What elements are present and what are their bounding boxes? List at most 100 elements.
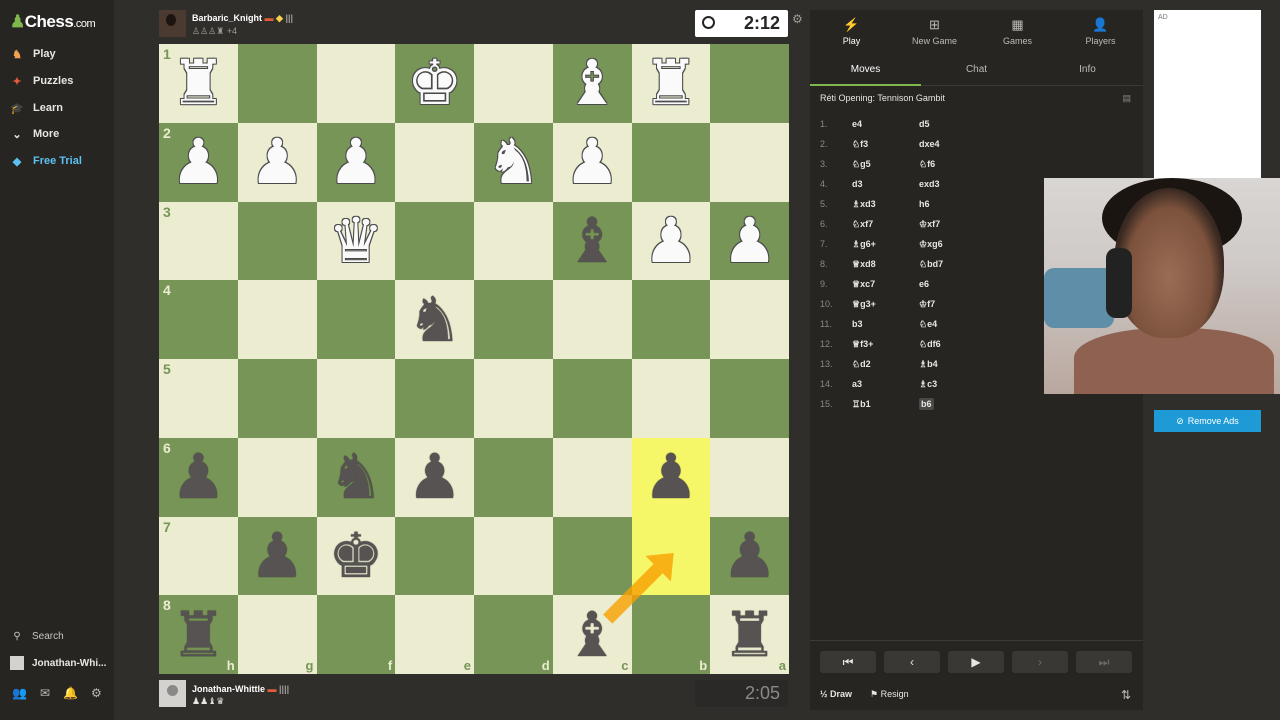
square-d3[interactable] xyxy=(474,201,553,281)
notifications-icon[interactable]: 🔔 xyxy=(63,686,78,700)
first-move-button[interactable]: ⏮ xyxy=(820,651,876,673)
square-d7[interactable] xyxy=(474,516,553,596)
tab-new-game[interactable]: ⊞ New Game xyxy=(893,10,976,52)
black-move[interactable]: b6 xyxy=(919,398,934,410)
square-e2[interactable] xyxy=(395,122,474,202)
black-pawn-piece[interactable]: ♟ xyxy=(159,438,238,517)
white-move[interactable]: ♖b1 xyxy=(852,399,871,410)
black-move[interactable]: h6 xyxy=(919,199,930,209)
white-move[interactable]: ♕xd8 xyxy=(852,259,876,270)
white-pawn-piece[interactable]: ♟ xyxy=(553,123,632,202)
square-a1[interactable] xyxy=(710,44,789,123)
square-g1[interactable] xyxy=(237,44,317,123)
opening-name[interactable]: Réti Opening: Tennison Gambit xyxy=(820,93,945,103)
search-button[interactable]: ⚲ Search xyxy=(10,631,63,642)
square-e3[interactable] xyxy=(395,201,474,281)
white-queen-piece[interactable]: ♛ xyxy=(317,202,396,281)
sidebar-item-play[interactable]: ♞ Play xyxy=(10,43,56,65)
white-move[interactable]: e4 xyxy=(852,119,862,129)
subtab-moves[interactable]: Moves xyxy=(810,54,921,86)
square-h3[interactable]: 3 xyxy=(159,201,238,281)
square-d4[interactable] xyxy=(474,280,553,359)
opponent-name[interactable]: Barbaric_Knight ▬ ◆ ||| xyxy=(192,13,293,24)
white-pawn-piece[interactable]: ♟ xyxy=(159,123,238,202)
white-bishop-piece[interactable]: ♝ xyxy=(553,44,632,123)
square-b2[interactable] xyxy=(631,122,711,202)
square-h7[interactable]: 7 xyxy=(159,516,238,596)
square-e7[interactable] xyxy=(395,516,474,596)
black-move[interactable]: ♔xf7 xyxy=(919,219,940,230)
player-avatar[interactable] xyxy=(159,680,186,707)
black-knight-piece[interactable]: ♞ xyxy=(317,438,396,517)
square-a2[interactable] xyxy=(710,122,789,202)
tab-play[interactable]: ⚡ Play xyxy=(810,10,893,52)
resign-button[interactable]: ⚑ Resign xyxy=(870,689,909,700)
square-f8[interactable]: f xyxy=(316,595,396,674)
square-a5[interactable] xyxy=(710,359,789,438)
player-name[interactable]: Jonathan-Whittle ▬ |||| xyxy=(192,684,289,694)
white-pawn-piece[interactable]: ♟ xyxy=(710,202,789,281)
square-g4[interactable] xyxy=(237,280,317,359)
white-pawn-piece[interactable]: ♟ xyxy=(238,123,317,202)
square-g3[interactable] xyxy=(237,201,317,281)
sidebar-item-puzzles[interactable]: ✦ Puzzles xyxy=(10,70,73,92)
square-b4[interactable] xyxy=(631,280,711,359)
white-move[interactable]: ♘g5 xyxy=(852,159,871,170)
subtab-chat[interactable]: Chat xyxy=(921,54,1032,86)
black-pawn-piece[interactable]: ♟ xyxy=(710,517,789,596)
white-move[interactable]: ♕xc7 xyxy=(852,279,875,290)
square-a4[interactable] xyxy=(710,280,789,359)
tab-players[interactable]: 👤 Players xyxy=(1059,10,1142,52)
next-move-button[interactable]: › xyxy=(1012,651,1068,673)
white-move[interactable]: ♕f3+ xyxy=(852,339,873,350)
square-f1[interactable] xyxy=(316,44,396,123)
square-f5[interactable] xyxy=(316,359,396,438)
previous-move-button[interactable]: ‹ xyxy=(884,651,940,673)
square-d5[interactable] xyxy=(474,359,553,438)
black-king-piece[interactable]: ♚ xyxy=(317,517,396,596)
book-icon[interactable]: ▤ xyxy=(1122,93,1131,104)
black-pawn-piece[interactable]: ♟ xyxy=(238,517,317,596)
square-b7[interactable] xyxy=(631,516,711,596)
square-b5[interactable] xyxy=(631,359,711,438)
remove-ads-button[interactable]: ⊘ Remove Ads xyxy=(1154,410,1261,432)
black-move[interactable]: ♘bd7 xyxy=(919,259,943,270)
white-move[interactable]: ♘f3 xyxy=(852,139,868,150)
sidebar-item-more[interactable]: ⌄ More xyxy=(10,123,59,145)
square-f4[interactable] xyxy=(316,280,396,359)
sidebar-item-free-trial[interactable]: ◆ Free Trial xyxy=(10,150,82,172)
white-move[interactable]: b3 xyxy=(852,319,863,329)
black-move[interactable]: ♘e4 xyxy=(919,319,937,330)
black-move[interactable]: ♗c3 xyxy=(919,379,937,390)
black-move[interactable]: ♔f7 xyxy=(919,299,935,310)
settings-gear-icon[interactable]: ⚙ xyxy=(91,686,102,700)
friends-icon[interactable]: 👥 xyxy=(12,686,27,700)
chess-logo[interactable]: ♟Chess.com xyxy=(10,12,96,32)
white-move[interactable]: d3 xyxy=(852,179,863,189)
black-move[interactable]: ♘f6 xyxy=(919,159,935,170)
black-move[interactable]: dxe4 xyxy=(919,139,940,149)
square-d6[interactable] xyxy=(474,437,553,517)
square-b8[interactable]: b xyxy=(631,595,711,674)
square-c5[interactable] xyxy=(552,359,632,438)
square-a6[interactable] xyxy=(710,437,789,517)
white-move[interactable]: ♘d2 xyxy=(852,359,871,370)
square-g5[interactable] xyxy=(237,359,317,438)
black-move[interactable]: ♔xg6 xyxy=(919,239,943,250)
flip-board-icon[interactable]: ⇅ xyxy=(1121,688,1131,702)
board-settings-gear-icon[interactable]: ⚙ xyxy=(792,12,803,26)
black-pawn-piece[interactable]: ♟ xyxy=(632,438,711,517)
square-e5[interactable] xyxy=(395,359,474,438)
black-move[interactable]: d5 xyxy=(919,119,930,129)
chess-board[interactable]: 1 2 3 4 5 6 7 8 h g f e d c b a ♜ ♚ ♝ ♜ ♟ ♟ ♟ ♞ ♟ ♛ ♝ ♟ ♟ ♞ ♟ ♞ ♟ ♟ ♟ ♚ ♟ ♜ ♝ ♜ xyxy=(159,44,789,674)
white-move[interactable]: ♕g3+ xyxy=(852,299,876,310)
square-g6[interactable] xyxy=(237,437,317,517)
black-rook-piece[interactable]: ♜ xyxy=(710,595,789,674)
black-pawn-piece[interactable]: ♟ xyxy=(395,438,474,517)
draw-button[interactable]: ½ Draw xyxy=(820,689,852,699)
square-c6[interactable] xyxy=(552,437,632,517)
square-h5[interactable]: 5 xyxy=(159,359,238,438)
sidebar-item-learn[interactable]: 🎓 Learn xyxy=(10,97,63,119)
white-rook-piece[interactable]: ♜ xyxy=(632,44,711,123)
black-rook-piece[interactable]: ♜ xyxy=(159,595,238,674)
